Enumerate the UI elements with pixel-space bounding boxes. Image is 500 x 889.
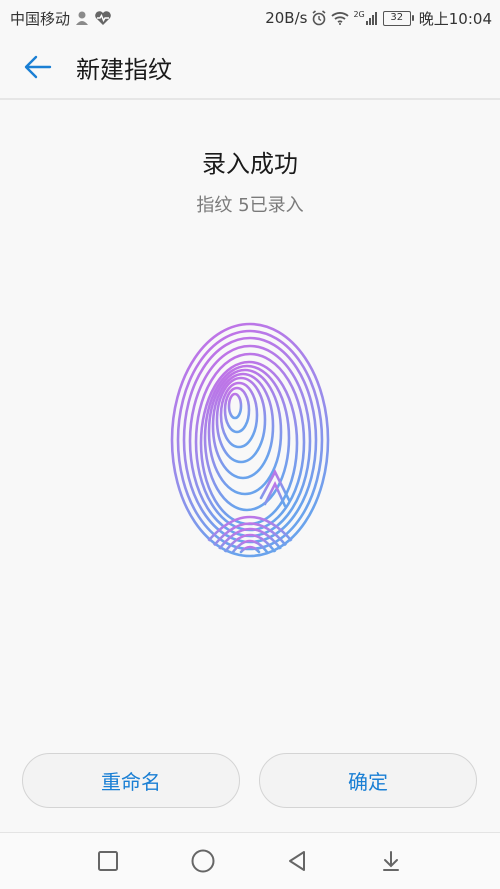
notification-button[interactable] — [376, 847, 406, 875]
wifi-icon — [331, 12, 350, 25]
clock: 晚上10:04 — [418, 9, 492, 28]
battery-level: 32 — [390, 12, 404, 23]
confirm-button[interactable]: 确定 — [259, 753, 477, 808]
recent-apps-button[interactable] — [93, 847, 123, 875]
system-nav-bar — [0, 832, 500, 889]
enroll-status-title: 录入成功 — [202, 150, 298, 178]
rename-button[interactable]: 重命名 — [22, 753, 240, 808]
recent-apps-icon — [98, 851, 118, 871]
status-bar: 中国移动 20B/s 2G 32 晚上10:04 — [0, 0, 500, 36]
nav-back-button[interactable] — [282, 847, 312, 875]
battery-icon: 32 — [382, 10, 414, 26]
cell-signal-icon: 2G — [353, 10, 377, 25]
health-heart-icon — [95, 11, 111, 25]
screen: 中国移动 20B/s 2G 32 晚上10:04 新建指纹 录入成功 指纹 5已… — [0, 0, 500, 889]
avatar-icon — [76, 11, 89, 25]
page-title: 新建指纹 — [76, 55, 172, 84]
notification-down-icon — [383, 851, 399, 871]
network-type-label: 2G — [353, 10, 365, 19]
enroll-status-subtitle: 指纹 5已录入 — [196, 195, 304, 216]
arrow-left-icon — [24, 55, 52, 79]
home-button[interactable] — [188, 847, 218, 875]
alarm-icon — [312, 10, 326, 26]
back-button[interactable] — [10, 39, 66, 95]
status-right: 20B/s 2G 32 晚上10:04 — [265, 8, 492, 29]
status-left: 中国移动 — [10, 8, 112, 29]
network-speed: 20B/s — [265, 9, 308, 27]
app-bar: 新建指纹 — [0, 36, 500, 98]
header-divider — [0, 98, 500, 100]
home-icon — [191, 849, 215, 873]
carrier-name: 中国移动 — [10, 9, 71, 28]
back-icon — [289, 851, 305, 871]
fingerprint-icon — [170, 322, 330, 558]
